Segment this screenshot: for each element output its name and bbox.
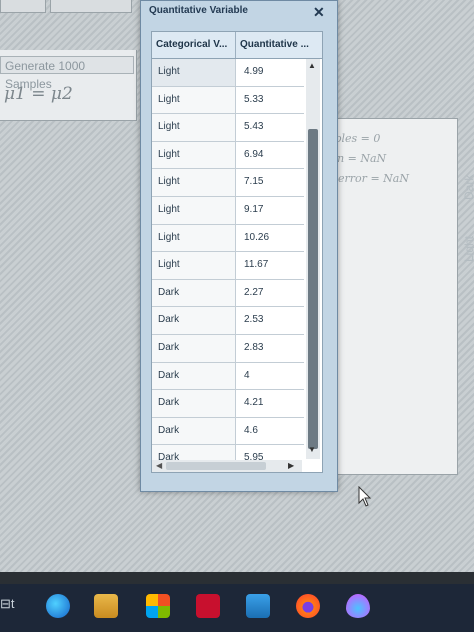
cell-quantitative[interactable]: 4.99 [236, 59, 304, 86]
table-row[interactable]: Light 10.26 [152, 224, 304, 253]
cell-categorical[interactable]: Light [152, 252, 236, 279]
table-row[interactable]: Dark 4.6 [152, 417, 304, 446]
column-header-quantitative[interactable]: Quantitative ... [236, 32, 322, 58]
cell-quantitative[interactable]: 6.94 [236, 141, 304, 169]
taskbar-partial-text: ⊟t [0, 596, 15, 611]
cell-categorical[interactable]: Dark [152, 362, 236, 390]
background-tab [50, 0, 132, 13]
table-body: Light 4.99 Light 5.33 Light 5.43 Light 6.94 Ligh… [152, 59, 304, 472]
mail-icon[interactable] [246, 594, 270, 618]
file-explorer-icon[interactable] [94, 594, 118, 618]
dialog-title: Quantitative Variable [149, 5, 248, 16]
cell-quantitative[interactable]: 2.53 [236, 307, 304, 334]
cell-quantitative[interactable]: 4 [236, 362, 304, 390]
cell-quantitative[interactable]: 7.15 [236, 169, 304, 196]
scroll-down-icon[interactable]: ▼ [308, 445, 316, 454]
scroll-left-icon[interactable]: ◀ [156, 460, 162, 472]
cell-quantitative[interactable]: 2.83 [236, 334, 304, 362]
table-row[interactable]: Light 4.99 [152, 59, 304, 87]
table-row[interactable]: Light 9.17 [152, 196, 304, 225]
cell-categorical[interactable]: Light [152, 141, 236, 169]
vertical-scrollbar[interactable]: ▲ ▼ [306, 59, 320, 459]
data-dialog: Quantitative Variable ✕ Categorical V...… [140, 0, 338, 492]
cell-categorical[interactable]: Light [152, 224, 236, 252]
hypothesis-formula: μ1 = μ2 [4, 84, 73, 104]
scroll-up-icon[interactable]: ▲ [308, 61, 316, 70]
mcafee-icon[interactable] [196, 594, 220, 618]
table-row[interactable]: Light 7.15 [152, 169, 304, 197]
table-row[interactable]: Dark 2.53 [152, 307, 304, 335]
cell-quantitative[interactable]: 4.21 [236, 390, 304, 417]
table-row[interactable]: Light 5.33 [152, 86, 304, 115]
table-row[interactable]: Dark 2.83 [152, 334, 304, 363]
generate-samples-button[interactable]: Generate 1000 Samples [0, 56, 134, 91]
table-row[interactable]: Light 5.43 [152, 114, 304, 142]
cell-categorical[interactable]: Light [152, 196, 236, 224]
cell-quantitative[interactable]: 11.67 [236, 252, 304, 279]
side-label-dark: Dark [462, 174, 474, 200]
taskbar: ⊟t [0, 584, 474, 632]
horizontal-scrollbar[interactable]: ◀ ▶ [152, 460, 302, 472]
cell-categorical[interactable]: Light [152, 169, 236, 196]
table-row[interactable]: Dark 4.21 [152, 390, 304, 418]
cell-quantitative[interactable]: 4.6 [236, 417, 304, 445]
cell-categorical[interactable]: Light [152, 114, 236, 141]
cell-categorical[interactable]: Light [152, 86, 236, 114]
table-row[interactable]: Dark 2.27 [152, 279, 304, 308]
cell-quantitative[interactable]: 2.27 [236, 279, 304, 307]
data-table: Categorical V... Quantitative ... Light 4… [151, 31, 323, 473]
table-row[interactable]: Light 11.67 [152, 252, 304, 280]
cell-quantitative[interactable]: 5.33 [236, 86, 304, 114]
side-label-light: Light [462, 235, 474, 262]
background-tab [0, 0, 46, 13]
table-row[interactable]: Dark 4 [152, 362, 304, 391]
cell-categorical[interactable]: Dark [152, 390, 236, 417]
table-row[interactable]: Light 6.94 [152, 141, 304, 170]
paint-drop-icon[interactable] [346, 594, 370, 618]
horizontal-scroll-thumb[interactable] [166, 462, 266, 470]
mouse-cursor-icon [358, 486, 372, 507]
close-icon[interactable]: ✕ [313, 4, 325, 21]
cell-quantitative[interactable]: 10.26 [236, 224, 304, 252]
cell-quantitative[interactable]: 9.17 [236, 196, 304, 224]
cell-categorical[interactable]: Dark [152, 279, 236, 307]
table-header: Categorical V... Quantitative ... [152, 32, 322, 59]
scroll-thumb[interactable] [308, 129, 318, 449]
column-header-categorical[interactable]: Categorical V... [152, 32, 236, 58]
cell-categorical[interactable]: Dark [152, 417, 236, 445]
cell-categorical[interactable]: Light [152, 59, 236, 86]
scroll-right-icon[interactable]: ▶ [288, 460, 294, 472]
edge-icon[interactable] [46, 594, 70, 618]
store-icon[interactable] [146, 594, 170, 618]
firefox-icon[interactable] [296, 594, 320, 618]
monitor-bezel [0, 572, 474, 584]
cell-quantitative[interactable]: 5.43 [236, 114, 304, 141]
cell-categorical[interactable]: Dark [152, 307, 236, 334]
cell-categorical[interactable]: Dark [152, 334, 236, 362]
